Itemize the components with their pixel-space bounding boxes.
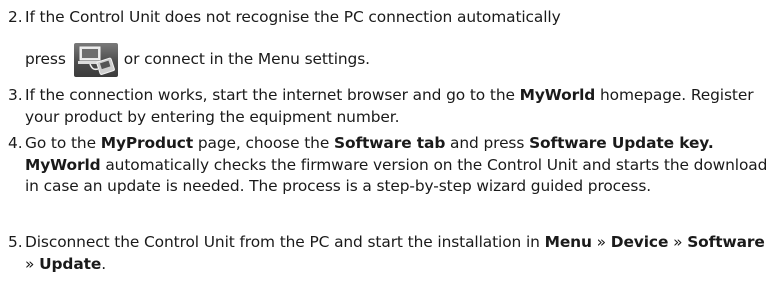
document-page: 2. If the Control Unit does not recognis…: [0, 0, 777, 288]
step-2-line: If the Control Unit does not recognise t…: [25, 8, 561, 26]
text-run: automatically checks the firmware versio…: [25, 155, 768, 196]
software-tab-label: Software tab: [334, 134, 446, 152]
myproduct-label: MyProduct: [100, 134, 194, 152]
press-suffix: or connect in the Menu settings.: [123, 50, 370, 69]
menu-path-update: Update: [39, 254, 102, 273]
step-text: If the Control Unit does not recognise t…: [25, 7, 771, 29]
pc-connection-icon[interactable]: [73, 43, 118, 77]
step-text: Disconnect the Control Unit from the PC …: [25, 232, 771, 275]
step-number: 2.: [8, 8, 23, 26]
press-label: press: [25, 50, 66, 69]
text-run: page, choose the: [193, 134, 334, 152]
text-run: If the connection works, start the inter…: [25, 86, 520, 104]
step-2-press-row: press or connect in the Menu settings.: [25, 42, 370, 78]
text-run: Disconnect the Control Unit from the PC …: [25, 233, 545, 251]
myworld-label: MyWorld: [519, 86, 596, 104]
menu-path-software: Software: [687, 233, 765, 251]
step-text: If the connection works, start the inter…: [25, 85, 771, 128]
path-separator: »: [591, 233, 611, 251]
step-number: 4.: [8, 134, 23, 152]
menu-path-device: Device: [610, 233, 669, 251]
step-3: 3. If the connection works, start the in…: [8, 85, 771, 128]
text-run: .: [101, 254, 107, 273]
path-separator: »: [25, 254, 40, 273]
step-number: 3.: [8, 86, 23, 104]
path-separator: »: [668, 233, 688, 251]
step-number: 5.: [8, 233, 23, 251]
step-4: 4. Go to the MyProduct page, choose the …: [8, 133, 771, 198]
text-run: Go to the: [25, 134, 101, 152]
step-5: 5. Disconnect the Control Unit from the …: [8, 232, 771, 275]
step-text: Go to the MyProduct page, choose the Sof…: [25, 133, 771, 198]
text-run: and press: [445, 134, 530, 152]
step-2: 2. If the Control Unit does not recognis…: [8, 7, 771, 29]
menu-path-menu: Menu: [544, 233, 592, 251]
